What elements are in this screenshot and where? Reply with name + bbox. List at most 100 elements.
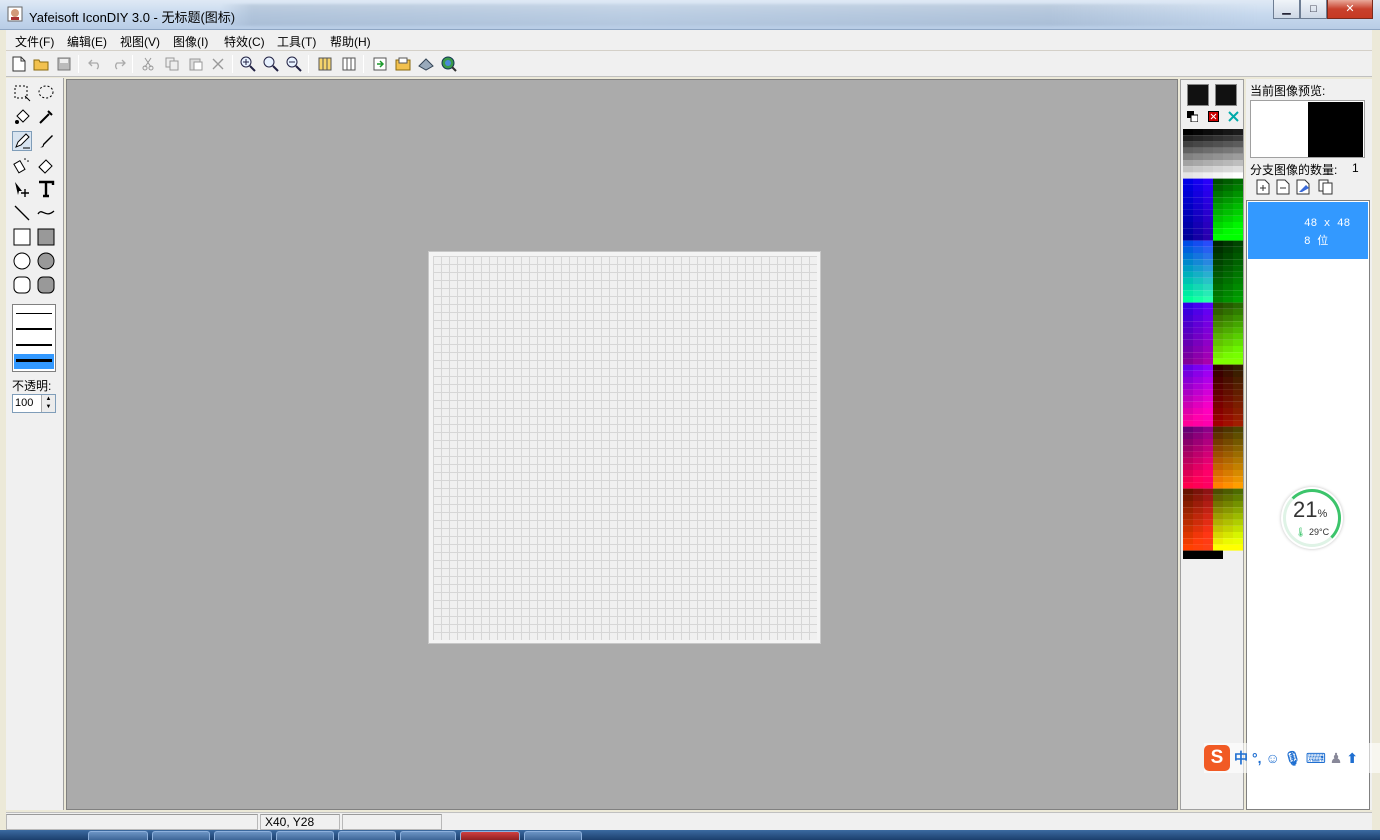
eraser-icon[interactable]: [36, 155, 56, 175]
spray-icon[interactable]: [12, 155, 32, 175]
line-width-1[interactable]: [16, 313, 52, 314]
remove-subimage-icon[interactable]: [1276, 179, 1290, 195]
color-fill-icon[interactable]: [12, 107, 32, 127]
lasso-select-icon[interactable]: [36, 83, 56, 103]
palette-swatch: [1193, 259, 1203, 266]
filled-ellipse-icon[interactable]: [36, 251, 56, 271]
palette-swatch: [1213, 377, 1223, 384]
line-width-2[interactable]: [16, 328, 52, 330]
rectangle-icon[interactable]: [12, 227, 32, 247]
skin-icon[interactable]: ♟: [1330, 750, 1343, 767]
import-icon[interactable]: [371, 55, 389, 73]
opacity-down-icon[interactable]: ▼: [42, 403, 55, 411]
palette-swatch: [1183, 166, 1193, 173]
menu-help[interactable]: 帮助(H): [330, 33, 371, 50]
foreground-color[interactable]: [1187, 84, 1209, 106]
undo-icon[interactable]: [86, 55, 104, 73]
curve-icon[interactable]: [36, 203, 56, 223]
palette-swatch: [1213, 445, 1223, 452]
cut-icon[interactable]: [139, 55, 157, 73]
icon-canvas[interactable]: [428, 251, 821, 644]
open-folder-icon[interactable]: [32, 55, 50, 73]
copy-subimage-icon[interactable]: [1318, 179, 1334, 195]
export-icon[interactable]: [394, 55, 412, 73]
system-monitor-widget[interactable]: 21% 🌡 29°C: [1281, 487, 1343, 549]
panel-toggle-icon[interactable]: [340, 55, 358, 73]
zoom-in-icon[interactable]: [262, 55, 280, 73]
pixel-grid[interactable]: [433, 256, 817, 640]
background-color[interactable]: [1215, 84, 1237, 106]
web-icon[interactable]: [440, 55, 458, 73]
zoom-out-icon[interactable]: [285, 55, 303, 73]
line-icon[interactable]: [12, 203, 32, 223]
palette-swatch: [1193, 408, 1203, 415]
delete-icon[interactable]: [209, 55, 227, 73]
filled-rounded-rect-icon[interactable]: [36, 275, 56, 295]
zoom-fit-icon[interactable]: [239, 55, 257, 73]
new-file-icon[interactable]: [10, 55, 28, 73]
ime-punct[interactable]: °,: [1252, 750, 1262, 766]
taskbar-button[interactable]: [400, 831, 456, 840]
microphone-icon[interactable]: 🎙: [1284, 750, 1302, 767]
menu-file[interactable]: 文件(F): [15, 33, 54, 50]
add-subimage-icon[interactable]: [1256, 179, 1270, 195]
taskbar-button[interactable]: [524, 831, 582, 840]
filled-rectangle-icon[interactable]: [36, 227, 56, 247]
menu-view[interactable]: 视图(V): [120, 33, 160, 50]
ime-toolbar[interactable]: S 中 °, ☺ 🎙 ⌨ ♟ ⬆: [1204, 743, 1380, 773]
opacity-stepper[interactable]: ▲ ▼: [12, 394, 56, 413]
rounded-rect-icon[interactable]: [12, 275, 32, 295]
menu-tools[interactable]: 工具(T): [277, 33, 316, 50]
taskbar-button[interactable]: [152, 831, 210, 840]
taskbar-button[interactable]: [214, 831, 272, 840]
taskbar-button[interactable]: [460, 831, 520, 840]
transparent-color-icon[interactable]: [1207, 111, 1219, 122]
text-icon[interactable]: [36, 179, 56, 199]
subimage-item[interactable]: 48 x 48 8 位: [1248, 202, 1368, 259]
copy-icon[interactable]: [163, 55, 181, 73]
color-palette[interactable]: [1183, 129, 1243, 559]
keyboard-icon[interactable]: ⌨: [1306, 750, 1326, 767]
taskbar-button[interactable]: [338, 831, 396, 840]
rect-select-icon[interactable]: [12, 83, 32, 103]
minimize-button[interactable]: ▁: [1273, 0, 1300, 19]
emoji-icon[interactable]: ☺: [1266, 750, 1280, 766]
subimage-properties-icon[interactable]: [1296, 179, 1312, 195]
brush-icon[interactable]: [36, 131, 56, 151]
palette-swatch: [1213, 339, 1223, 346]
taskbar: [0, 830, 1380, 840]
grid-toggle-icon[interactable]: [316, 55, 334, 73]
redo-icon[interactable]: [110, 55, 128, 73]
toolbox-icon[interactable]: ⬆: [1346, 750, 1358, 767]
paste-icon[interactable]: [187, 55, 205, 73]
taskbar-button[interactable]: [276, 831, 334, 840]
sogou-logo-icon[interactable]: S: [1204, 745, 1230, 771]
menu-image[interactable]: 图像(I): [173, 33, 208, 50]
ellipse-icon[interactable]: [12, 251, 32, 271]
save-icon[interactable]: [55, 55, 73, 73]
palette-swatch: [1193, 215, 1203, 222]
palette-swatch: [1213, 284, 1223, 291]
pencil-icon[interactable]: [12, 131, 32, 151]
palette-swatch: [1183, 395, 1193, 402]
swap-colors-icon[interactable]: [1228, 111, 1239, 122]
title-bar[interactable]: Yafeisoft IconDIY 3.0 - 无标题(图标) ▁ □ ✕: [0, 0, 1380, 30]
opacity-up-icon[interactable]: ▲: [42, 395, 55, 403]
canvas-area[interactable]: [66, 79, 1178, 810]
library-icon[interactable]: [417, 55, 435, 73]
close-button[interactable]: ✕: [1327, 0, 1373, 19]
palette-swatch: [1203, 377, 1213, 384]
menu-edit[interactable]: 编辑(E): [67, 33, 107, 50]
line-width-3[interactable]: [16, 344, 52, 346]
maximize-button[interactable]: □: [1300, 0, 1327, 19]
taskbar-button[interactable]: [88, 831, 148, 840]
line-width-selector[interactable]: [12, 304, 56, 372]
menu-effects[interactable]: 特效(C): [224, 33, 265, 50]
eyedropper-icon[interactable]: [36, 107, 56, 127]
line-width-4[interactable]: [16, 359, 52, 362]
default-colors-icon[interactable]: [1187, 111, 1198, 122]
ime-mode[interactable]: 中: [1234, 748, 1248, 768]
move-icon[interactable]: [12, 179, 32, 199]
opacity-input[interactable]: [13, 395, 41, 411]
palette-swatch: [1183, 364, 1193, 371]
